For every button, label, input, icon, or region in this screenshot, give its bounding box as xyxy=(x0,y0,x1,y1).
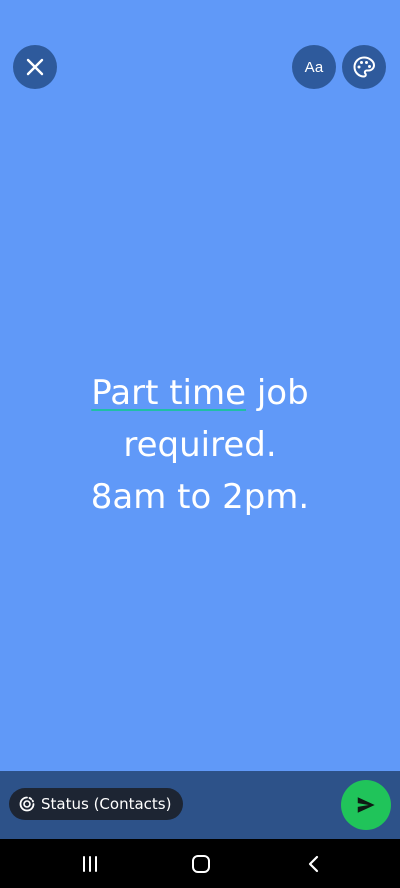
recents-icon xyxy=(83,856,97,872)
palette-icon xyxy=(353,56,376,78)
background-color-button[interactable] xyxy=(342,45,386,89)
close-button[interactable] xyxy=(13,45,57,89)
status-text-line: required. xyxy=(123,425,277,465)
send-icon xyxy=(357,797,375,813)
status-audience-chip[interactable]: Status (Contacts) xyxy=(9,788,184,820)
back-icon xyxy=(308,855,319,873)
status-text-line: 8am to 2pm. xyxy=(90,477,310,517)
status-text-line: Part time job xyxy=(0,367,400,419)
home-button[interactable] xyxy=(188,851,214,877)
spellcheck-underlined-word: Part time xyxy=(91,373,247,413)
status-text-input[interactable]: Part time job required. 8am to 2pm. xyxy=(0,367,400,523)
composer-bottom-bar: Status (Contacts) xyxy=(0,771,400,839)
font-style-label: Aa xyxy=(304,58,324,76)
close-icon xyxy=(26,58,44,76)
send-button[interactable] xyxy=(341,780,391,830)
status-text-fragment: job xyxy=(246,373,309,413)
status-composer-screen: Aa Part time job required. 8am to 2pm. S… xyxy=(0,0,400,888)
status-ring-icon xyxy=(19,796,35,812)
font-style-button[interactable]: Aa xyxy=(292,45,336,89)
home-icon xyxy=(192,855,210,873)
recents-button[interactable] xyxy=(77,851,103,877)
system-navigation-bar xyxy=(0,839,400,888)
status-audience-label: Status (Contacts) xyxy=(41,795,172,813)
back-button[interactable] xyxy=(301,851,327,877)
